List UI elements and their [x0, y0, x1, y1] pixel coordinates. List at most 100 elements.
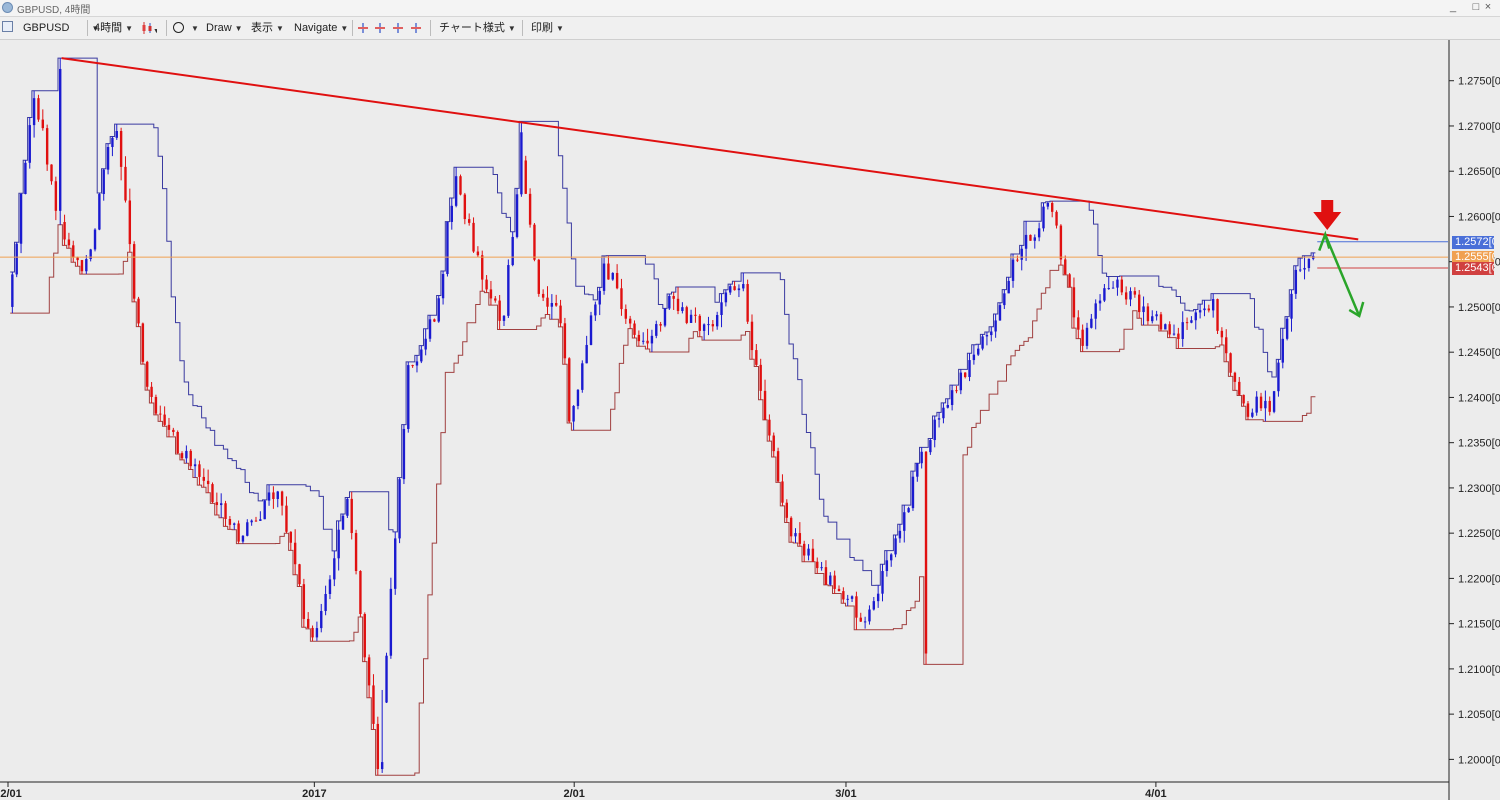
candle-body	[950, 390, 954, 406]
y-tick-label: 1.2300[0	[1458, 483, 1500, 495]
timeframe-selector[interactable]: 4時間 ▼	[94, 17, 133, 39]
zoom-out-icon[interactable]	[411, 23, 421, 33]
candle-body	[1246, 403, 1250, 417]
candle-body	[1277, 362, 1280, 392]
candle	[45, 124, 49, 171]
y-tick-label: 1.2050[0	[1458, 709, 1500, 721]
candle-body	[837, 588, 841, 592]
candle-body	[772, 435, 775, 452]
candle-body	[581, 363, 584, 390]
candle-body	[498, 300, 501, 321]
candle-body	[850, 596, 854, 599]
candle-body	[1024, 234, 1028, 249]
candle-body	[167, 424, 171, 430]
candle-body	[346, 498, 349, 516]
print-label: 印刷	[531, 22, 553, 34]
candle-body	[1011, 259, 1015, 281]
candle-body	[1111, 287, 1115, 289]
candle-body	[250, 520, 253, 523]
candle-body	[206, 480, 210, 485]
candle-body	[785, 502, 788, 518]
candle-body	[933, 419, 936, 441]
candle-body	[502, 315, 506, 321]
candle-body	[759, 364, 762, 391]
candle-body	[720, 302, 723, 315]
crosshair-scroll-icon[interactable]	[375, 23, 385, 33]
candle-body	[776, 451, 780, 482]
candle-body	[63, 222, 66, 240]
candle	[141, 322, 145, 365]
candle	[589, 311, 593, 346]
circle-tool-icon[interactable]	[173, 22, 184, 33]
candle-body	[102, 169, 105, 195]
candle-body	[994, 320, 997, 332]
candle-body	[1159, 314, 1163, 330]
candle-body	[67, 239, 71, 246]
candle-body	[224, 503, 227, 519]
candle-body	[1255, 396, 1258, 413]
candle-body	[1203, 308, 1206, 311]
candle	[354, 529, 358, 575]
candle-body	[672, 295, 675, 299]
candlestick-type-icon[interactable]: ▼	[141, 21, 157, 35]
candle-body	[333, 558, 336, 580]
candle-body	[315, 628, 319, 638]
candle-body	[977, 348, 980, 355]
candle	[350, 491, 353, 540]
chart-style-menu[interactable]: チャート様式 ▼	[439, 17, 516, 39]
zoom-in-icon[interactable]	[393, 23, 403, 33]
draw-menu[interactable]: Draw ▼	[206, 17, 243, 39]
chart-window-icon	[2, 21, 13, 32]
candle-body	[724, 292, 728, 303]
y-tick-label: 1.2700[0	[1458, 121, 1500, 133]
print-menu[interactable]: 印刷 ▼	[531, 17, 564, 39]
candle-body	[768, 419, 771, 436]
candle-body	[1220, 330, 1224, 338]
candle-body	[1077, 317, 1080, 330]
candle-body	[211, 484, 214, 503]
navigate-menu[interactable]: Navigate ▼	[294, 17, 348, 39]
candle-body	[424, 338, 427, 350]
candle-body	[98, 194, 101, 230]
candle-body	[833, 575, 836, 589]
candle-body	[985, 335, 989, 337]
candle-body	[1233, 372, 1237, 382]
candle-body	[702, 324, 706, 331]
candle-body	[1042, 206, 1045, 229]
candle-body	[1068, 274, 1071, 288]
candle-body	[59, 68, 62, 211]
candle-body	[789, 517, 793, 537]
minimize-button[interactable]: _	[1442, 0, 1464, 15]
candle	[611, 272, 614, 281]
candle-body	[481, 255, 484, 280]
candle-body	[267, 492, 271, 501]
candle-body	[1151, 316, 1154, 322]
candle-body	[820, 567, 823, 569]
candle-body	[1033, 237, 1036, 241]
candle-body	[633, 323, 636, 335]
crosshair-icon[interactable]	[358, 23, 368, 33]
candle-body	[476, 251, 480, 256]
close-button[interactable]: ×	[1478, 0, 1498, 15]
shape-tool-dropdown[interactable]: ▼	[188, 17, 199, 39]
candle-body	[350, 498, 353, 534]
candle-body	[1107, 288, 1110, 290]
candle	[359, 570, 362, 618]
candle-body	[1124, 292, 1128, 300]
candle-body	[1020, 248, 1023, 260]
candle	[1029, 234, 1032, 241]
candle-body	[916, 463, 919, 477]
candle-body	[646, 340, 649, 344]
candle-body	[1172, 333, 1176, 335]
candle	[685, 305, 688, 325]
candle	[746, 279, 749, 324]
view-menu[interactable]: 表示 ▼	[251, 17, 284, 39]
candle-body	[324, 593, 327, 611]
candle-body	[520, 132, 523, 195]
price-chart[interactable]: 1.2000[0 1.2050[0 1.2100[0 1.2150[0 1.2200[0…	[0, 40, 1500, 800]
candle-body	[363, 614, 366, 658]
candle	[437, 295, 440, 323]
candle	[263, 499, 266, 520]
candle	[1216, 298, 1219, 334]
candle	[98, 193, 101, 231]
